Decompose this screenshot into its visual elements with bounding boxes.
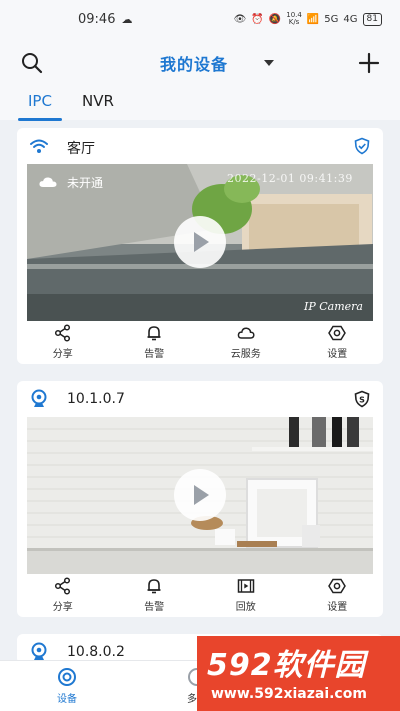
device-group-selector[interactable]: 我的设备 [160,51,275,75]
cloud-status-label: 未开通 [67,176,104,190]
playback-button[interactable]: 回放 [200,574,292,616]
tab-nvr[interactable]: NVR [82,92,114,110]
camera-watermark-label: IP Camera [304,300,363,313]
watermark-url: www.592xiazai.com [211,686,367,702]
share-label: 分享 [52,602,73,613]
svg-text:S: S [359,395,365,404]
webcam-icon [31,389,47,407]
play-button[interactable] [174,469,226,521]
device-card: 10.1.0.7 S 分享 告警 回放 设置 [17,381,383,617]
battery-indicator: 81 [362,12,382,26]
eye-icon: 👁 [233,13,247,25]
search-icon[interactable] [20,51,44,75]
cloud-service-label: 云服务 [230,349,261,360]
alarm-label: 告警 [144,602,165,613]
watermark-brand: 592软件园 [207,648,366,683]
settings-label: 设置 [327,349,348,360]
share-button[interactable]: 分享 [17,321,109,363]
plus-icon[interactable] [356,50,382,76]
chevron-down-icon [264,60,275,66]
alarm-icon: ⏰ [251,13,264,25]
status-bar: 09:46 ☁ 👁 ⏰ 🔕 10.4 K/s 📶 5G 4G 81 [0,0,400,38]
settings-icon [328,578,347,594]
nav-devices[interactable]: 设备 [37,667,97,705]
device-name: 10.8.0.2 [67,644,125,660]
cloud-icon [237,327,255,339]
share-button[interactable]: 分享 [17,574,109,616]
shield-check-icon[interactable] [353,137,371,155]
bell-icon [147,579,161,594]
active-tab-indicator [18,118,62,121]
mute-icon: 🔕 [268,13,282,25]
wifi-status-icon: 📶 [306,13,320,25]
playback-label: 回放 [235,602,256,613]
webcam-icon [31,642,47,660]
signal-5g: 5G [324,13,339,25]
status-icons: 👁 ⏰ 🔕 10.4 K/s 📶 5G 4G 81 [234,12,382,26]
app-header: 我的设备 [0,38,400,88]
video-preview[interactable]: 未开通 2022-12-01 09:41:39 IP Camera [27,164,373,321]
signal-4g: 4G [343,13,358,25]
page-title: 我的设备 [160,55,229,74]
site-watermark: 592软件园 www.592xiazai.com [197,636,400,711]
status-time: 09:46 [78,11,116,27]
device-card-header[interactable]: 10.1.0.7 S [17,381,383,417]
wifi-icon [30,139,48,153]
device-actions: 分享 告警 云服务 设置 [17,321,383,363]
device-actions: 分享 告警 回放 设置 [17,574,383,616]
device-name: 10.1.0.7 [67,391,125,407]
device-name: 客厅 [67,141,95,157]
share-label: 分享 [52,349,73,360]
device-card-header[interactable]: 客厅 [17,128,383,164]
video-preview[interactable] [27,417,373,574]
nav-devices-label: 设备 [57,694,77,705]
alarm-button[interactable]: 告警 [109,574,201,616]
device-icon [58,668,76,686]
cloud-service-button[interactable]: 云服务 [200,321,292,363]
cloud-status-icon [39,177,57,187]
settings-label: 设置 [327,602,348,613]
play-button[interactable] [174,216,226,268]
share-icon [54,324,70,342]
alarm-label: 告警 [144,349,165,360]
share-icon [54,577,70,595]
settings-button[interactable]: 设置 [292,574,384,616]
tab-ipc[interactable]: IPC [28,92,52,110]
settings-icon [328,325,347,341]
alarm-button[interactable]: 告警 [109,321,201,363]
device-card: 客厅 未开通 2022-12-01 09:41:39 IP Camera 分享 … [17,128,383,364]
settings-button[interactable]: 设置 [292,321,384,363]
device-type-tabs: IPC NVR [0,88,400,121]
video-timestamp: 2022-12-01 09:41:39 [227,172,353,185]
network-speed: 10.4 K/s [286,11,302,26]
weather-cloud-icon: ☁ [121,12,133,26]
playback-icon [237,579,254,593]
s-shield-icon[interactable]: S [353,390,371,408]
bell-icon [147,326,161,341]
